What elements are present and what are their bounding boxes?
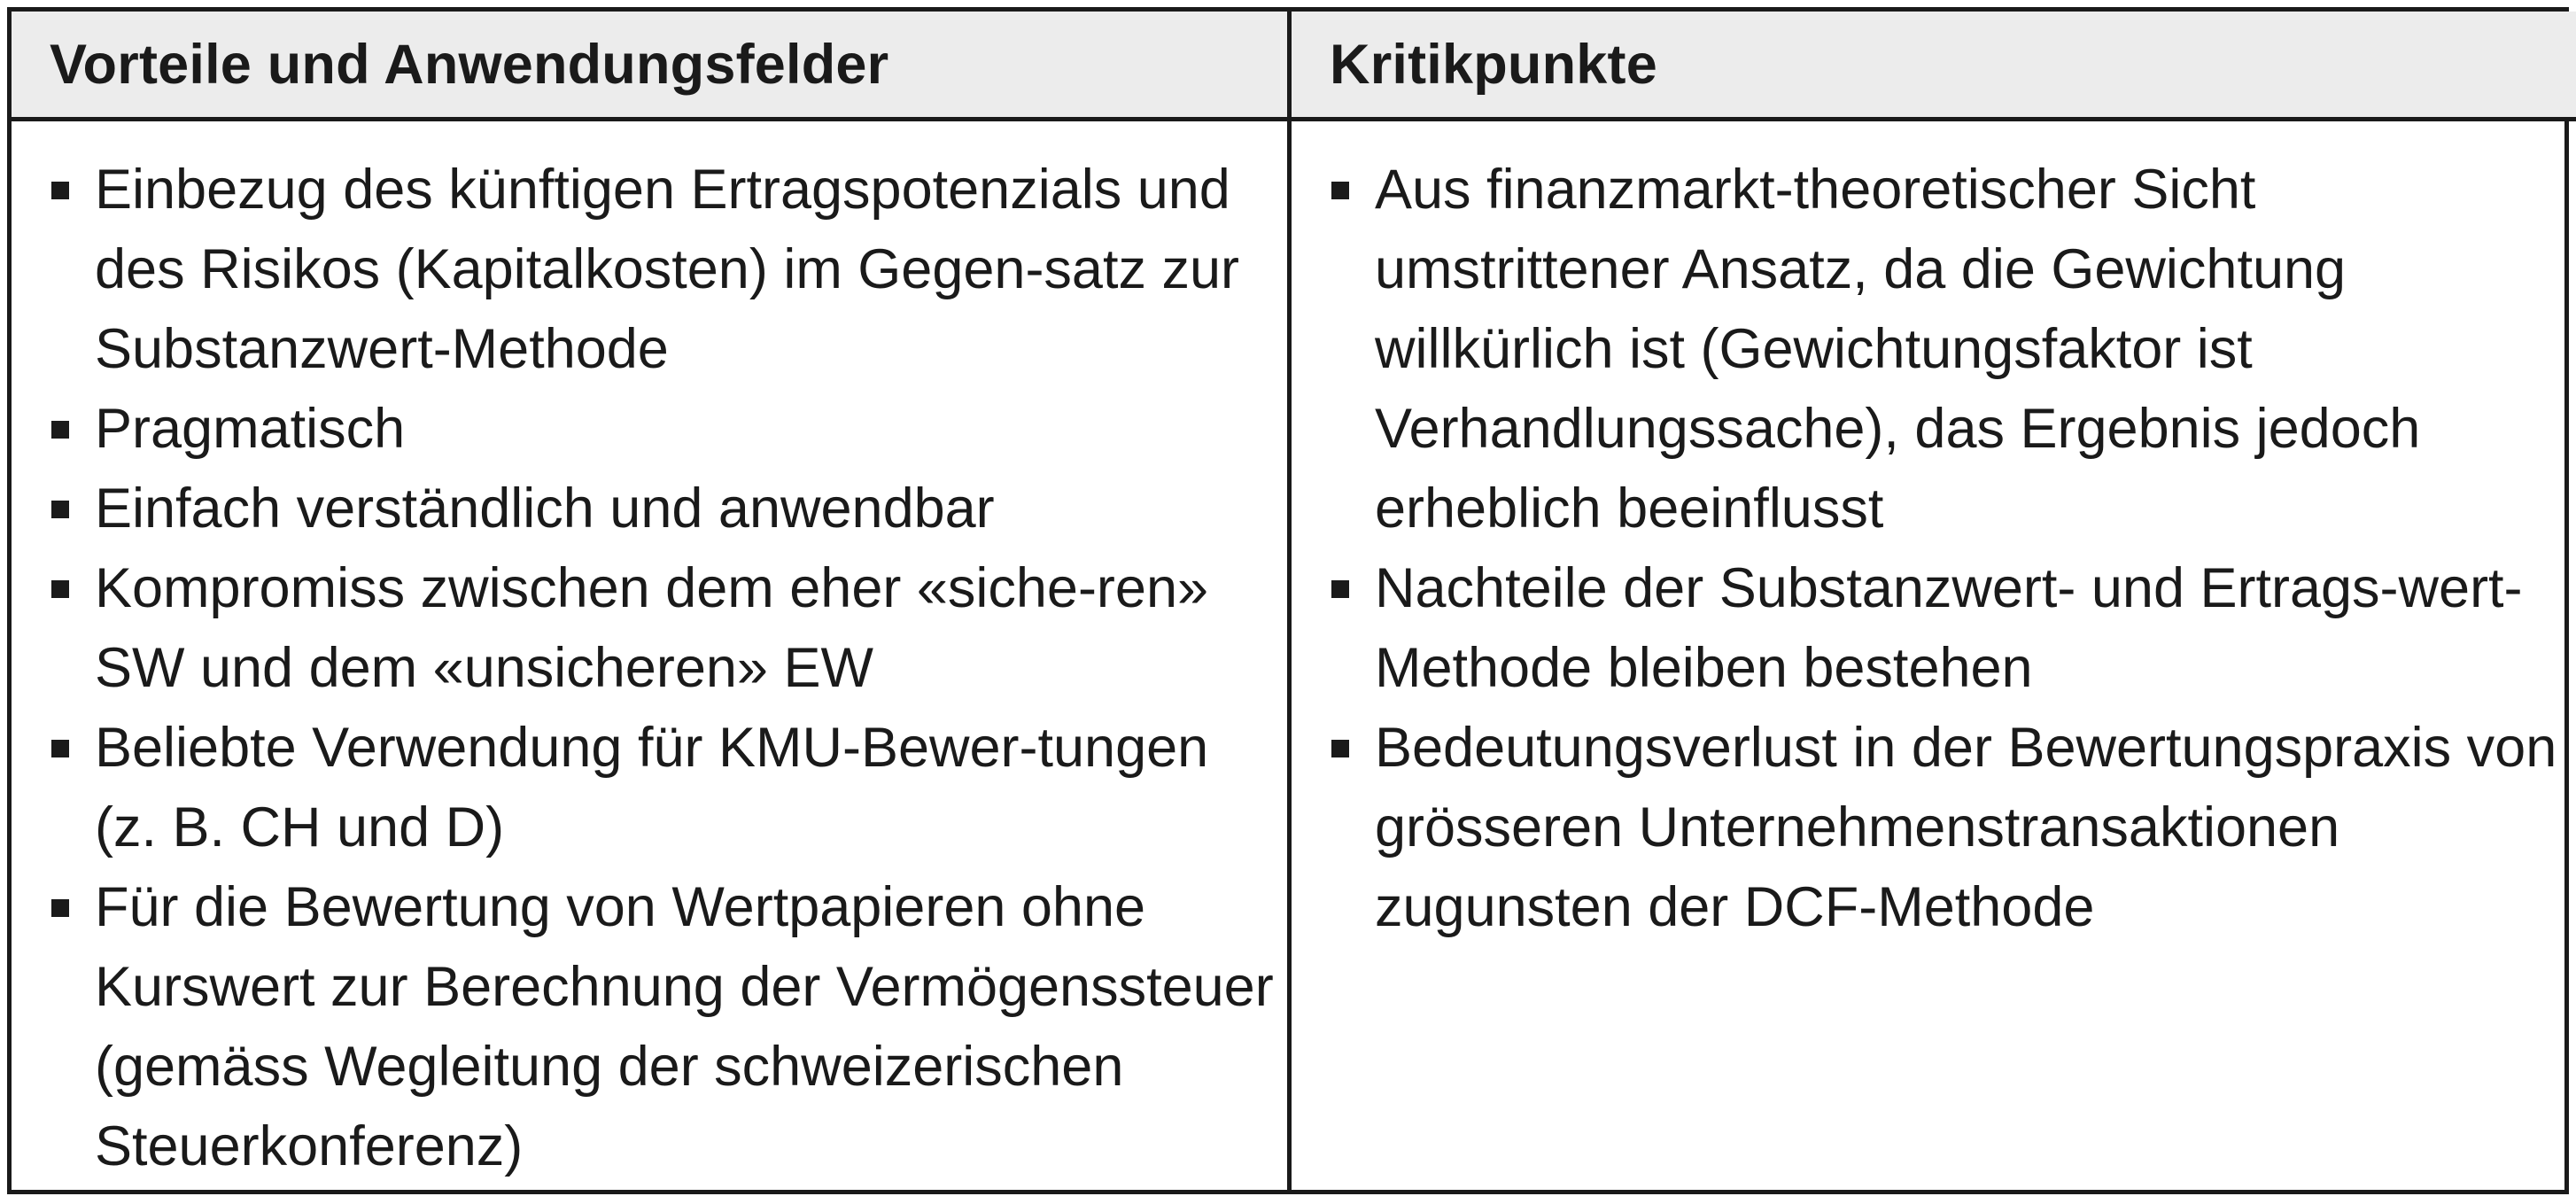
list-item-text: Kompromiss zwischen dem eher «siche-ren»… — [95, 557, 1209, 699]
square-bullet-icon — [51, 740, 69, 757]
list-item-text: Beliebte Verwendung für KMU-Bewer-tungen… — [95, 717, 1209, 858]
square-bullet-icon — [1331, 182, 1349, 199]
list-item: Beliebte Verwendung für KMU-Bewer-tungen… — [50, 708, 1211, 867]
square-bullet-icon — [51, 501, 69, 518]
criticism-list: Aus finanzmarkt-theoretischer Sicht umst… — [1330, 150, 2576, 947]
list-item-text: Pragmatisch — [95, 398, 406, 460]
list-item: Aus finanzmarkt-theoretischer Sicht umst… — [1330, 150, 2553, 548]
list-item-text: Aus finanzmarkt-theoretischer Sicht umst… — [1375, 159, 2421, 540]
square-bullet-icon — [51, 421, 69, 439]
list-item-text: Nachteile der Substanzwert- und Ertrags-… — [1375, 557, 2523, 699]
list-item: Pragmatisch — [50, 389, 1255, 469]
advantages-cell: Einbezug des künftigen Ertragspotenzials… — [12, 121, 1292, 1190]
list-item: Einfach verständlich und anwendbar — [50, 469, 1255, 548]
square-bullet-icon — [51, 580, 69, 598]
list-item: Nachteile der Substanzwert- und Ertrags-… — [1330, 548, 2553, 708]
list-item-text: Bedeutungsverlust in der Bewertungspraxi… — [1375, 717, 2557, 938]
square-bullet-icon — [1331, 740, 1349, 757]
header-advantages: Vorteile und Anwendungsfelder — [12, 12, 1292, 121]
list-item: Einbezug des künftigen Ertragspotenzials… — [50, 150, 1264, 389]
header-criticism: Kritikpunkte — [1292, 12, 2576, 121]
criticism-cell: Aus finanzmarkt-theoretischer Sicht umst… — [1292, 121, 2576, 1190]
header-criticism-label: Kritikpunkte — [1330, 33, 1657, 96]
advantages-list: Einbezug des künftigen Ertragspotenzials… — [50, 150, 1274, 1186]
list-item: Für die Bewertung von Wertpapieren ohne … — [50, 867, 1300, 1186]
list-item-text: Für die Bewertung von Wertpapieren ohne … — [95, 876, 1274, 1177]
comparison-table: Vorteile und Anwendungsfelder Kritikpunk… — [7, 7, 2576, 1194]
list-item-text: Einfach verständlich und anwendbar — [95, 478, 995, 540]
square-bullet-icon — [51, 182, 69, 199]
square-bullet-icon — [1331, 580, 1349, 598]
square-bullet-icon — [51, 899, 69, 917]
list-item: Bedeutungsverlust in der Bewertungspraxi… — [1330, 708, 2576, 947]
header-advantages-label: Vorteile und Anwendungsfelder — [50, 33, 889, 96]
list-item-text: Einbezug des künftigen Ertragspotenzials… — [95, 159, 1239, 380]
list-item: Kompromiss zwischen dem eher «siche-ren»… — [50, 548, 1220, 708]
